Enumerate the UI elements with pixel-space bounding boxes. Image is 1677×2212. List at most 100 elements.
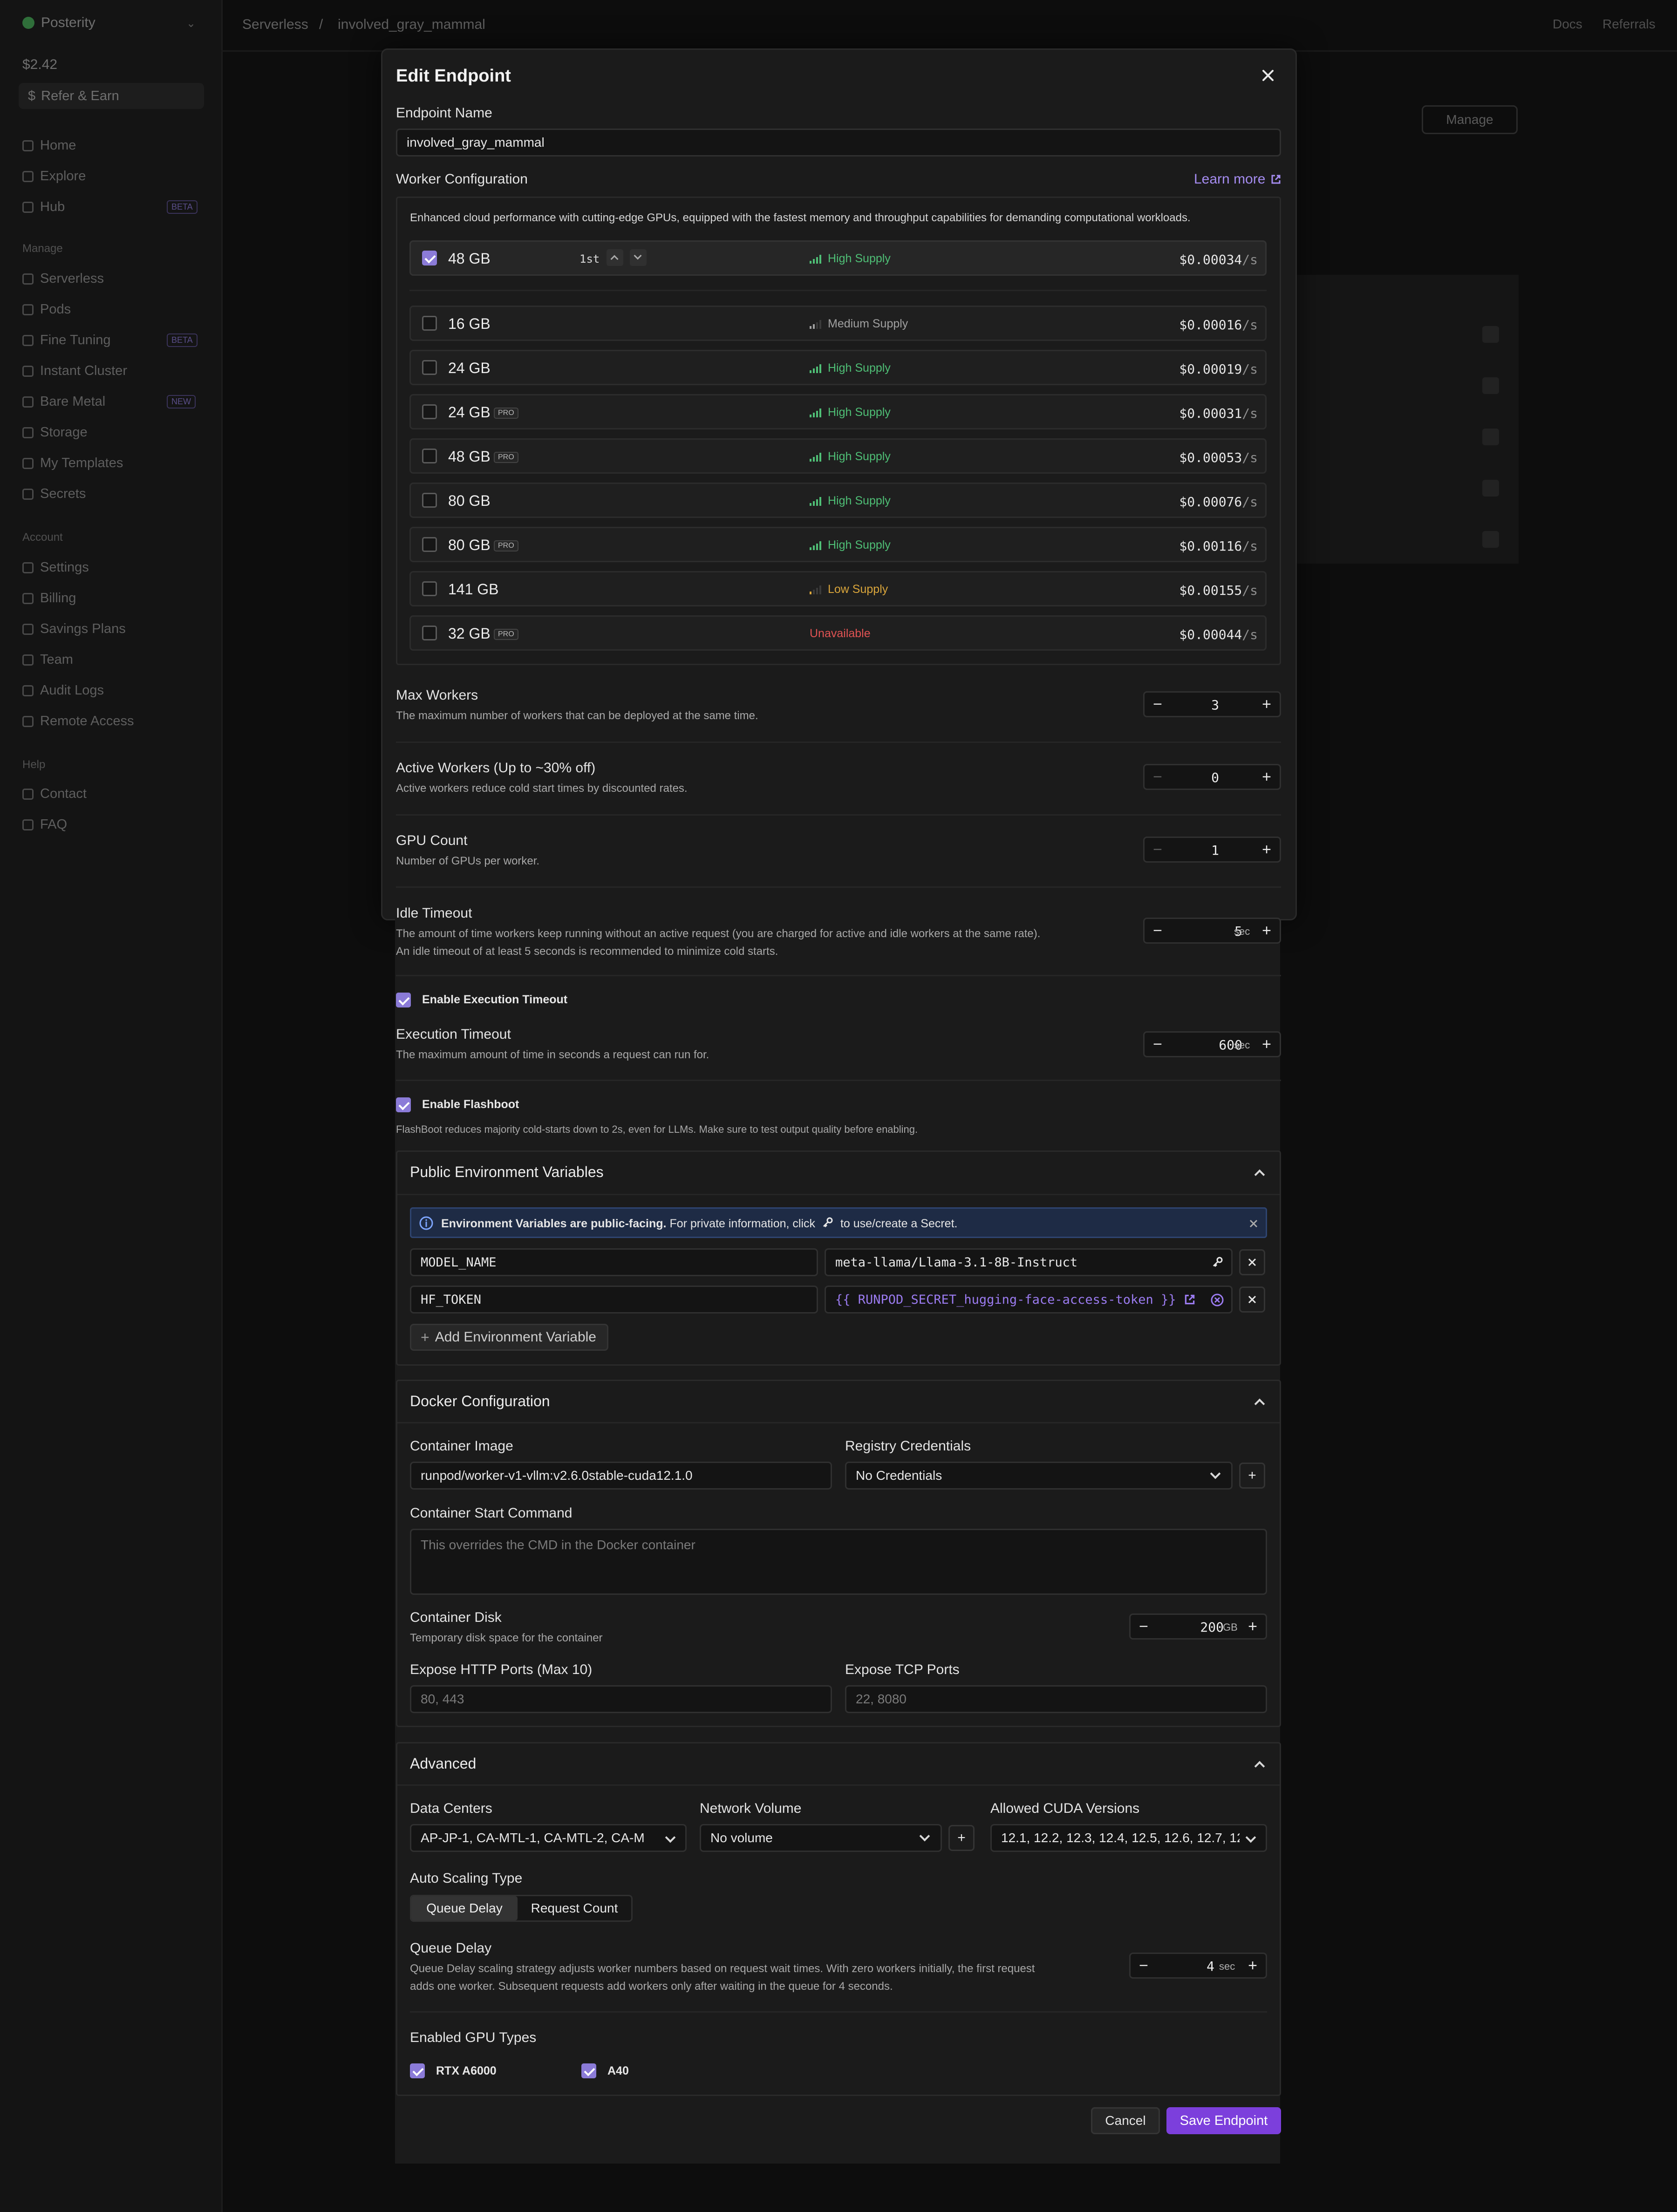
decrement-button[interactable]: − <box>1134 1957 1153 1975</box>
queue-delay-stepper[interactable]: − 4 sec + <box>1129 1953 1267 1979</box>
collapse-env-button[interactable] <box>1254 1167 1265 1180</box>
endpoint-name-input[interactable]: involved_gray_mammal <box>396 129 1281 157</box>
env-key-input[interactable]: MODEL_NAME <box>410 1248 818 1276</box>
container-image-input[interactable]: runpod/worker-v1-vllm:v2.6.0stable-cuda1… <box>410 1462 832 1490</box>
sidebar-item-serverless[interactable]: Serverless <box>22 271 104 286</box>
env-key-input[interactable]: HF_TOKEN <box>410 1286 818 1314</box>
collapse-docker-button[interactable] <box>1254 1396 1265 1409</box>
gpu-checkbox[interactable] <box>422 626 437 640</box>
sidebar-item-bare-metal[interactable]: Bare Metal <box>22 394 105 409</box>
network-volume-select[interactable]: No volume <box>700 1824 942 1852</box>
sidebar-item-savings-plans[interactable]: Savings Plans <box>22 621 126 637</box>
save-endpoint-button[interactable]: Save Endpoint <box>1166 2107 1281 2134</box>
gpu-row[interactable]: 80 GB High Supply $0.00076/s <box>409 483 1267 518</box>
enable-flashboot-checkbox[interactable] <box>396 1097 411 1112</box>
sidebar-item-secrets[interactable]: Secrets <box>22 486 86 502</box>
http-ports-input[interactable]: 80, 443 <box>410 1685 832 1713</box>
workspace-switcher[interactable]: Posterity <box>22 15 95 31</box>
remove-env-button[interactable] <box>1239 1249 1265 1275</box>
queue-delay-value[interactable]: 4 <box>1168 1959 1214 1974</box>
gpu-checkbox[interactable] <box>422 404 437 419</box>
decrement-button[interactable]: − <box>1148 695 1167 714</box>
gpu-count-stepper[interactable]: − 1 + <box>1143 837 1281 863</box>
active-workers-stepper[interactable]: − 0 + <box>1143 764 1281 790</box>
close-icon[interactable] <box>1259 66 1277 85</box>
trash-icon[interactable] <box>1482 326 1499 343</box>
sidebar-item-remote-access[interactable]: Remote Access <box>22 714 134 729</box>
sidebar-item-instant-cluster[interactable]: Instant Cluster <box>22 363 127 379</box>
cuda-versions-select[interactable]: 12.1, 12.2, 12.3, 12.4, 12.5, 12.6, 12.7… <box>990 1824 1267 1852</box>
gpu-type-checkbox-a40[interactable] <box>581 2063 596 2078</box>
sidebar-item-team[interactable]: Team <box>22 652 73 667</box>
increment-button[interactable]: + <box>1257 695 1276 714</box>
chevron-down-icon[interactable]: ⌄ <box>186 17 196 30</box>
gpu-count-value[interactable]: 1 <box>1191 843 1219 858</box>
key-icon[interactable] <box>1211 1256 1224 1269</box>
sidebar-item-explore[interactable]: Explore <box>22 169 86 184</box>
increment-button[interactable]: + <box>1257 1035 1276 1054</box>
increment-button[interactable]: + <box>1257 768 1276 786</box>
sidebar-section-manage[interactable]: Manage <box>22 242 63 255</box>
gpu-row[interactable]: 24 GB PRO High Supply $0.00031/s <box>409 394 1267 429</box>
add-credentials-button[interactable]: + <box>1239 1463 1265 1489</box>
queue-delay-option[interactable]: Queue Delay <box>411 1896 518 1920</box>
sidebar-item-fine-tuning[interactable]: Fine Tuning <box>22 333 111 348</box>
docs-link[interactable]: Docs <box>1553 17 1582 32</box>
sidebar-item-storage[interactable]: Storage <box>22 425 88 440</box>
sidebar-section-help[interactable]: Help <box>22 758 45 771</box>
sidebar-item-settings[interactable]: Settings <box>22 560 89 575</box>
env-value-input[interactable]: meta-llama/Llama-3.1-8B-Instruct <box>825 1248 1233 1276</box>
start-command-textarea[interactable]: This overrides the CMD in the Docker con… <box>410 1529 1267 1595</box>
sidebar-item-contact[interactable]: Contact <box>22 786 87 802</box>
gpu-checkbox[interactable] <box>422 316 437 331</box>
gpu-checkbox[interactable] <box>422 360 437 375</box>
sidebar-section-account[interactable]: Account <box>22 531 63 544</box>
registry-credentials-select[interactable]: No Credentials <box>845 1462 1233 1490</box>
breadcrumb-serverless[interactable]: Serverless <box>242 17 308 33</box>
sidebar-item-pods[interactable]: Pods <box>22 302 71 317</box>
learn-more-link[interactable]: Learn more <box>1194 171 1282 187</box>
sidebar-item-my-templates[interactable]: My Templates <box>22 456 123 471</box>
add-volume-button[interactable]: + <box>948 1825 975 1851</box>
sidebar-item-hub[interactable]: Hub <box>22 199 65 215</box>
increment-button[interactable]: + <box>1257 841 1276 859</box>
container-disk-value[interactable]: 200 <box>1168 1620 1224 1635</box>
decrement-button[interactable]: − <box>1148 922 1167 940</box>
tcp-ports-input[interactable]: 22, 8080 <box>845 1685 1267 1713</box>
increment-button[interactable]: + <box>1243 1618 1262 1636</box>
trash-icon[interactable] <box>1482 531 1499 548</box>
trash-icon[interactable] <box>1482 377 1499 394</box>
exec-timeout-value[interactable]: 600 <box>1182 1037 1242 1053</box>
active-workers-value[interactable]: 0 <box>1191 770 1219 785</box>
enable-exec-timeout-label[interactable]: Enable Execution Timeout <box>422 993 567 1007</box>
referrals-link[interactable]: Referrals <box>1602 17 1656 32</box>
priority-down-button[interactable] <box>630 249 647 266</box>
increment-button[interactable]: + <box>1257 922 1276 940</box>
trash-icon[interactable] <box>1482 429 1499 445</box>
container-disk-stepper[interactable]: − 200 GB + <box>1129 1613 1267 1640</box>
gpu-checkbox[interactable] <box>422 493 437 508</box>
decrement-button[interactable]: − <box>1148 1035 1167 1054</box>
add-env-button[interactable]: + Add Environment Variable <box>410 1324 608 1351</box>
idle-timeout-stepper[interactable]: − 5 sec + <box>1143 918 1281 944</box>
gpu-row-selected[interactable]: 48 GB 1st High Supply $0.00034/s <box>409 240 1267 276</box>
collapse-advanced-button[interactable] <box>1254 1759 1265 1772</box>
breadcrumb-endpoint[interactable]: involved_gray_mammal <box>338 17 485 33</box>
request-count-option[interactable]: Request Count <box>518 1896 631 1920</box>
max-workers-stepper[interactable]: − 3 + <box>1143 691 1281 717</box>
sidebar-item-audit-logs[interactable]: Audit Logs <box>22 683 104 698</box>
close-icon[interactable] <box>1248 1218 1259 1229</box>
cancel-button[interactable]: Cancel <box>1091 2107 1160 2134</box>
manage-button[interactable]: Manage <box>1422 105 1518 134</box>
refer-earn-button[interactable]: $ Refer & Earn <box>19 83 204 109</box>
sidebar-item-billing[interactable]: Billing <box>22 591 76 606</box>
enable-exec-timeout-checkbox[interactable] <box>396 993 411 1007</box>
decrement-button[interactable]: − <box>1148 841 1167 859</box>
gpu-checkbox[interactable] <box>422 251 437 265</box>
data-centers-select[interactable]: AP-JP-1, CA-MTL-1, CA-MTL-2, CA-MTL-3 <box>410 1824 687 1852</box>
remove-env-button[interactable] <box>1239 1286 1265 1313</box>
gpu-row[interactable]: 32 GB PRO Unavailable $0.00044/s <box>409 615 1267 651</box>
enable-flashboot-label[interactable]: Enable Flashboot <box>422 1098 519 1111</box>
gpu-row[interactable]: 16 GB Medium Supply $0.00016/s <box>409 306 1267 341</box>
external-link-icon[interactable] <box>1183 1293 1196 1306</box>
